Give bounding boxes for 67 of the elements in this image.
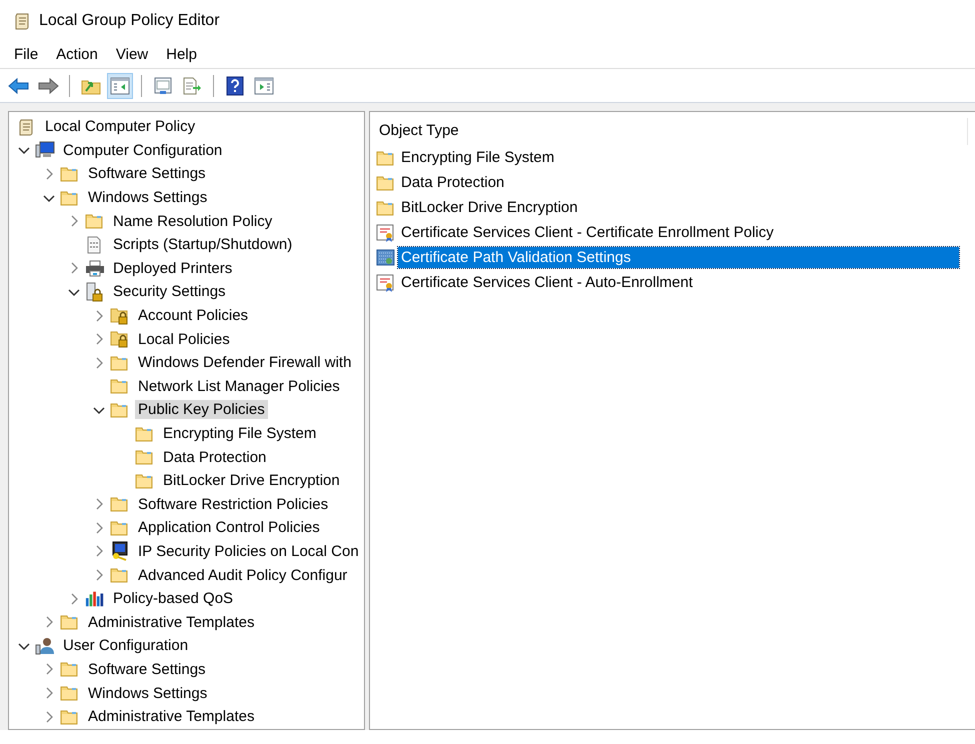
tree-item[interactable]: User Configuration xyxy=(60,636,192,656)
tree-item[interactable]: Deployed Printers xyxy=(110,258,236,278)
tree-item[interactable]: Advanced Audit Policy Configur xyxy=(135,566,350,585)
tree-item[interactable]: Local Computer Policy xyxy=(42,117,198,136)
locked-folder-icon xyxy=(110,306,130,325)
tree-item[interactable]: Data Protection xyxy=(160,448,270,467)
tree-item[interactable]: Software Settings xyxy=(85,164,209,184)
menu-item[interactable]: Help xyxy=(157,46,206,63)
monitor-key-icon xyxy=(110,541,130,562)
locked-folder-icon xyxy=(110,330,130,348)
folder-icon xyxy=(110,567,130,584)
folder-icon xyxy=(60,685,80,702)
tree-item[interactable]: BitLocker Drive Encryption xyxy=(160,471,343,490)
tree-item[interactable]: Name Resolution Policy xyxy=(110,212,276,231)
computer-icon xyxy=(35,141,55,160)
tree-item[interactable]: Application Control Policies xyxy=(135,518,323,538)
folder-icon xyxy=(110,354,130,371)
tree-item[interactable]: Local Policies xyxy=(135,330,233,349)
list-item[interactable]: Certificate Services Client - Certificate Enrollment Policy xyxy=(398,222,777,243)
tree-item[interactable]: Computer Configuration xyxy=(60,140,226,160)
tree-item[interactable]: Administrative Templates xyxy=(85,612,258,632)
list-item[interactable]: Certificate Services Client - Auto-Enrollment xyxy=(398,272,696,293)
tree-item[interactable]: Account Policies xyxy=(135,306,252,326)
tree-item[interactable]: Windows Settings xyxy=(85,684,210,703)
tree-item[interactable]: Windows Defender Firewall with xyxy=(135,353,354,372)
menu-item[interactable]: File xyxy=(5,46,48,63)
folder-icon xyxy=(110,378,130,394)
tree-item[interactable]: Public Key Policies xyxy=(135,400,268,420)
folder-icon xyxy=(85,213,105,230)
tree-item[interactable]: Scripts (Startup/Shutdown) xyxy=(110,235,296,254)
list-item[interactable]: Data Protection xyxy=(398,172,508,193)
folder-icon xyxy=(60,190,80,206)
folder-icon xyxy=(376,150,396,166)
bar-chart-icon xyxy=(85,590,105,608)
tree-item[interactable]: Administrative Templates xyxy=(85,707,258,726)
folder-icon xyxy=(60,166,80,182)
list-item[interactable]: Certificate Path Validation Settings xyxy=(398,247,959,268)
show-tree-icon[interactable] xyxy=(107,72,133,98)
tree-item[interactable]: Security Settings xyxy=(110,282,229,302)
printer-icon xyxy=(85,259,105,278)
folder-icon xyxy=(110,496,130,512)
folder-icon xyxy=(376,174,396,190)
folder-icon xyxy=(135,449,155,466)
tree-item[interactable]: Encrypting File System xyxy=(160,424,320,444)
tree-item[interactable]: Software Settings xyxy=(85,660,209,679)
folder-icon xyxy=(135,472,155,489)
menu-item[interactable]: View xyxy=(106,46,158,63)
column-header[interactable]: Object Type xyxy=(376,118,968,145)
list-item[interactable]: BitLocker Drive Encryption xyxy=(398,197,581,218)
tree-item[interactable]: Policy-based QoS xyxy=(110,589,236,608)
folder-icon xyxy=(60,661,80,678)
user-icon xyxy=(35,636,55,655)
server-lock-icon xyxy=(85,282,105,302)
tree-item[interactable]: IP Security Policies on Local Con xyxy=(135,542,362,561)
folder-icon xyxy=(376,200,396,216)
tree-item[interactable]: Windows Settings xyxy=(85,188,210,208)
folder-icon xyxy=(135,426,155,442)
list-item[interactable]: Encrypting File System xyxy=(398,147,558,168)
tree-item[interactable]: Software Restriction Policies xyxy=(135,494,332,514)
folder-icon xyxy=(60,708,80,725)
tree-item[interactable]: Network List Manager Policies xyxy=(135,376,343,396)
folder-icon xyxy=(110,520,130,536)
app-icon xyxy=(13,12,31,30)
folder-icon xyxy=(110,402,130,418)
window-title: Local Group Policy Editor xyxy=(39,12,220,30)
menu-item[interactable]: Action xyxy=(47,46,107,63)
folder-icon xyxy=(60,614,80,630)
